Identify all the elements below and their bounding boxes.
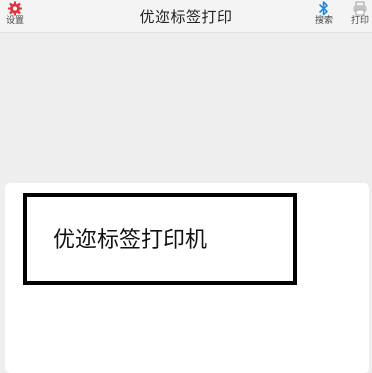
print-label: 打印 — [350, 16, 369, 26]
top-toolbar: 设置 优迩标签打印 搜索 打印 — [0, 0, 372, 33]
print-button[interactable]: 打印 — [345, 1, 372, 27]
label-preview-frame[interactable]: 优迩标签打印机 — [23, 193, 297, 285]
label-text: 优迩标签打印机 — [53, 228, 208, 253]
search-label: 搜索 — [314, 16, 333, 26]
search-button[interactable]: 搜索 — [309, 1, 339, 27]
bluetooth-icon — [319, 1, 328, 16]
printer-icon — [353, 1, 367, 16]
